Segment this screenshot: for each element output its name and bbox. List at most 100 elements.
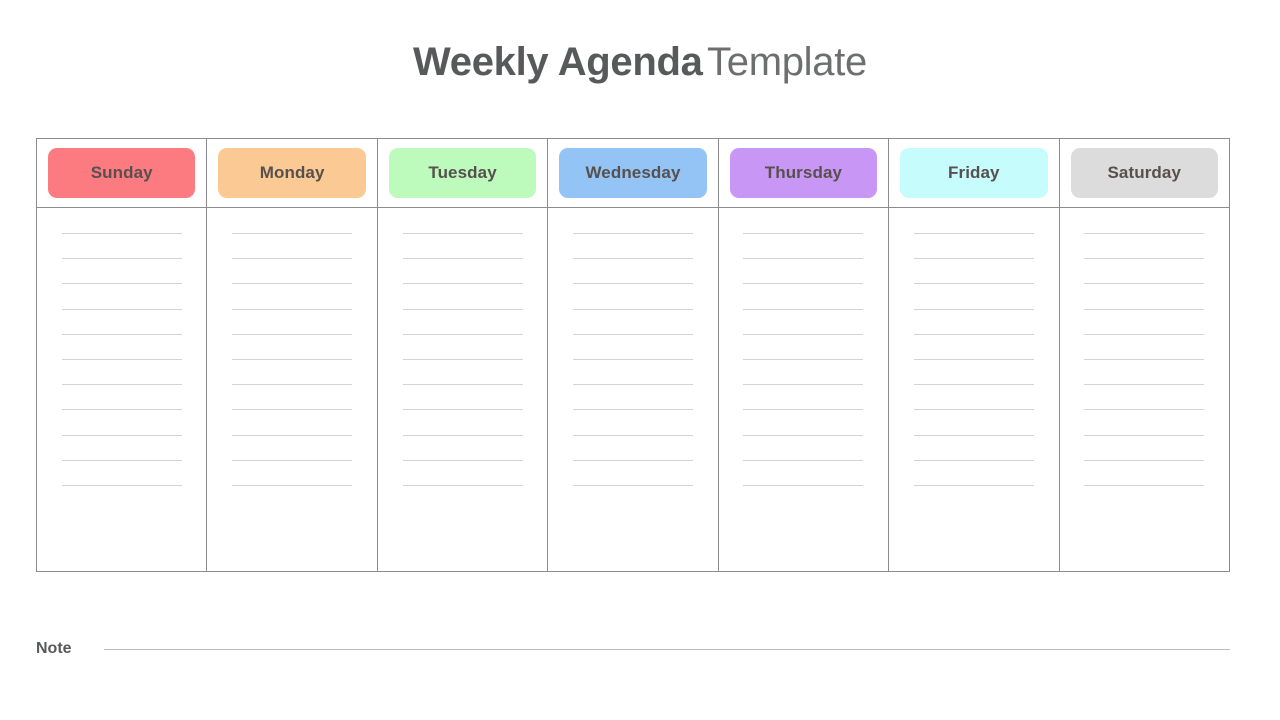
rule-line[interactable] xyxy=(572,434,693,436)
rule-line[interactable] xyxy=(1084,384,1205,386)
rule-line[interactable] xyxy=(61,258,182,260)
day-entries-friday[interactable] xyxy=(889,208,1058,571)
rule-line[interactable] xyxy=(1084,333,1205,335)
rule-line[interactable] xyxy=(402,258,523,260)
rule-line[interactable] xyxy=(232,409,353,411)
rule-line[interactable] xyxy=(232,484,353,486)
rule-line[interactable] xyxy=(402,333,523,335)
rule-line[interactable] xyxy=(61,233,182,234)
rule-line[interactable] xyxy=(572,233,693,234)
rule-line[interactable] xyxy=(1084,308,1205,310)
rule-line[interactable] xyxy=(572,258,693,260)
rule-line[interactable] xyxy=(61,333,182,335)
rule-line[interactable] xyxy=(402,233,523,234)
rule-line[interactable] xyxy=(232,333,353,335)
rule-line[interactable] xyxy=(743,333,864,335)
rule-line[interactable] xyxy=(402,459,523,461)
rule-line[interactable] xyxy=(743,434,864,436)
rule-line[interactable] xyxy=(1084,434,1205,436)
rule-line[interactable] xyxy=(1084,233,1205,234)
rule-line[interactable] xyxy=(1084,459,1205,461)
rule-line[interactable] xyxy=(1084,283,1205,285)
rule-line[interactable] xyxy=(232,459,353,461)
rule-line[interactable] xyxy=(61,434,182,436)
rule-line[interactable] xyxy=(1084,358,1205,360)
rule-line[interactable] xyxy=(572,409,693,411)
day-entries-thursday[interactable] xyxy=(719,208,888,571)
rule-line[interactable] xyxy=(743,233,864,234)
rule-line[interactable] xyxy=(402,358,523,360)
rule-line[interactable] xyxy=(402,384,523,386)
rule-line[interactable] xyxy=(61,358,182,360)
day-column-wednesday: Wednesday xyxy=(548,139,719,571)
rule-line[interactable] xyxy=(1084,258,1205,260)
rule-line[interactable] xyxy=(61,283,182,285)
day-entries-saturday[interactable] xyxy=(1060,208,1229,571)
rule-line[interactable] xyxy=(1084,484,1205,486)
day-chip-sunday[interactable]: Sunday xyxy=(48,148,196,198)
rule-line-list xyxy=(37,232,206,486)
day-chip-saturday[interactable]: Saturday xyxy=(1070,148,1218,198)
day-entries-wednesday[interactable] xyxy=(548,208,717,571)
rule-line[interactable] xyxy=(572,308,693,310)
rule-line[interactable] xyxy=(913,258,1034,260)
rule-line[interactable] xyxy=(1084,409,1205,411)
rule-line[interactable] xyxy=(61,308,182,310)
rule-line[interactable] xyxy=(572,358,693,360)
rule-line[interactable] xyxy=(913,358,1034,360)
note-writing-line[interactable] xyxy=(103,648,1230,650)
rule-line[interactable] xyxy=(232,283,353,285)
day-chip-monday[interactable]: Monday xyxy=(218,148,366,198)
rule-line[interactable] xyxy=(572,333,693,335)
rule-line[interactable] xyxy=(913,308,1034,310)
day-entries-monday[interactable] xyxy=(207,208,376,571)
rule-line[interactable] xyxy=(61,384,182,386)
rule-line[interactable] xyxy=(61,409,182,411)
day-chip-thursday[interactable]: Thursday xyxy=(729,148,878,198)
rule-line[interactable] xyxy=(572,459,693,461)
rule-line[interactable] xyxy=(743,358,864,360)
rule-line[interactable] xyxy=(232,434,353,436)
day-chip-wednesday[interactable]: Wednesday xyxy=(559,148,707,198)
day-chip-tuesday[interactable]: Tuesday xyxy=(388,148,537,198)
rule-line[interactable] xyxy=(232,258,353,260)
rule-line[interactable] xyxy=(572,384,693,386)
rule-line[interactable] xyxy=(743,384,864,386)
rule-line[interactable] xyxy=(61,459,182,461)
rule-line[interactable] xyxy=(913,409,1034,411)
rule-line[interactable] xyxy=(61,484,182,486)
day-entries-sunday[interactable] xyxy=(37,208,206,571)
day-chip-friday[interactable]: Friday xyxy=(900,148,1048,198)
rule-line[interactable] xyxy=(913,484,1034,486)
rule-line[interactable] xyxy=(572,283,693,285)
rule-line[interactable] xyxy=(913,283,1034,285)
rule-line-list xyxy=(1060,232,1229,486)
rule-line[interactable] xyxy=(402,283,523,285)
rule-line[interactable] xyxy=(743,484,864,486)
rule-line[interactable] xyxy=(913,233,1034,234)
rule-line[interactable] xyxy=(402,434,523,436)
rule-line[interactable] xyxy=(402,308,523,310)
rule-line[interactable] xyxy=(743,308,864,310)
day-column-tuesday: Tuesday xyxy=(377,139,549,571)
rule-line[interactable] xyxy=(913,333,1034,335)
rule-line[interactable] xyxy=(232,358,353,360)
rule-line[interactable] xyxy=(402,484,523,486)
rule-line[interactable] xyxy=(743,283,864,285)
rule-line[interactable] xyxy=(743,409,864,411)
day-column-friday: Friday xyxy=(889,139,1060,571)
rule-line[interactable] xyxy=(572,484,693,486)
day-entries-tuesday[interactable] xyxy=(378,208,547,571)
rule-line[interactable] xyxy=(913,459,1034,461)
rule-line[interactable] xyxy=(232,308,353,310)
rule-line[interactable] xyxy=(232,384,353,386)
rule-line[interactable] xyxy=(402,409,523,411)
rule-line[interactable] xyxy=(913,434,1034,436)
rule-line[interactable] xyxy=(913,384,1034,386)
rule-line[interactable] xyxy=(743,258,864,260)
note-section: Note xyxy=(36,640,1230,658)
day-header-saturday: Saturday xyxy=(1059,139,1229,208)
rule-line[interactable] xyxy=(743,459,864,461)
rule-line-list xyxy=(378,232,547,486)
rule-line[interactable] xyxy=(232,233,353,234)
